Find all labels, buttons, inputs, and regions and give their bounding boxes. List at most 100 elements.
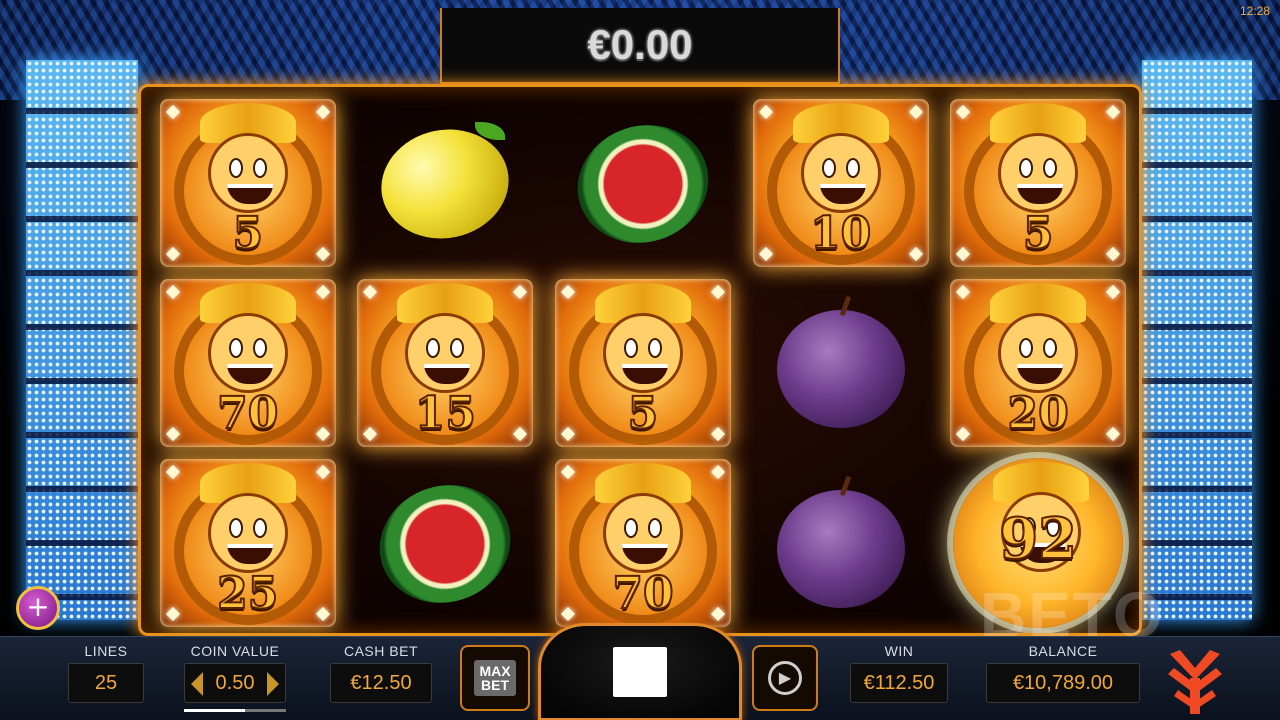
control-bar: LINES 25 COIN VALUE 0.50 CASH BET €12.50…: [0, 623, 1280, 720]
coin-increase-icon[interactable]: [267, 672, 279, 696]
balance-display: BALANCE €10,789.00: [986, 643, 1140, 703]
plum-symbol: [771, 295, 911, 428]
reel-cell: 15: [347, 273, 545, 453]
spin-stop-button[interactable]: [538, 623, 742, 720]
joker-multiplier: 5: [627, 387, 660, 440]
coin-decrease-icon[interactable]: [191, 672, 203, 696]
joker-symbol: 5: [159, 99, 336, 267]
win-label: WIN: [884, 643, 914, 659]
reel-cell: 10: [742, 93, 940, 273]
reel-cell: [347, 453, 545, 633]
joker-symbol: 20: [950, 279, 1127, 447]
joker-multiplier: 15: [414, 387, 477, 440]
joker-multiplier: 10: [809, 207, 872, 260]
reel-cell: 20: [939, 273, 1137, 453]
joker-symbol: 10: [752, 99, 929, 267]
sparkle-icon: [758, 104, 773, 120]
joker-symbol: 5: [950, 99, 1127, 267]
cash-bet-label: CASH BET: [343, 643, 418, 659]
sparkle-icon: [560, 464, 576, 480]
sparkle-icon: [315, 464, 330, 480]
joker-face-icon: [998, 133, 1079, 213]
sparkle-icon: [363, 284, 378, 300]
reel-cell: 25: [149, 453, 347, 633]
sparkle-icon: [315, 104, 330, 120]
lemon-symbol: [371, 117, 520, 251]
sparkle-icon: [1106, 104, 1121, 120]
joker-multiplier: 5: [231, 207, 264, 260]
joker-multiplier: 92: [998, 505, 1078, 573]
joker-face-icon: [207, 133, 288, 213]
balance-label: BALANCE: [1028, 643, 1098, 659]
reel-grid: 5 10 5 70 15 5 20 25 70 92: [149, 93, 1137, 633]
joker-multiplier: 5: [1022, 207, 1055, 260]
coin-value: 0.50: [215, 671, 255, 694]
joker-face-icon: [602, 493, 683, 573]
joker-face-icon: [207, 313, 288, 393]
reel-cell: 70: [149, 273, 347, 453]
sparkle-icon: [165, 464, 180, 480]
top-win-display: €0.00: [440, 8, 840, 84]
reel-cell: 5: [149, 93, 347, 273]
plum-symbol: [771, 475, 911, 608]
lines-label: LINES: [84, 643, 128, 659]
cash-bet-control: CASH BET €12.50: [330, 643, 432, 703]
win-value: €112.50: [850, 663, 948, 703]
joker-multiplier: 70: [216, 387, 279, 440]
max-bet-label: MAX BET: [474, 660, 516, 696]
sparkle-icon: [513, 284, 528, 300]
sparkle-icon: [1106, 284, 1121, 300]
coin-value-label: COIN VALUE: [190, 643, 280, 659]
joker-multiplier: 25: [216, 567, 279, 620]
joker-face-icon: [405, 313, 486, 393]
joker-symbol: 70: [554, 459, 731, 627]
coin-value-slider[interactable]: [184, 709, 286, 712]
sparkle-icon: [710, 464, 726, 480]
sparkle-icon: [908, 104, 923, 120]
sparkle-icon: [315, 284, 330, 300]
sparkle-icon: [560, 284, 576, 300]
autoplay-icon: ▶: [768, 661, 802, 695]
sparkle-icon: [956, 284, 971, 300]
joker-symbol: 5: [554, 279, 731, 447]
sparkle-icon: [956, 104, 971, 120]
win-display: WIN €112.50: [850, 643, 948, 703]
autoplay-button[interactable]: ▶: [752, 645, 818, 711]
joker-symbol: 25: [159, 459, 336, 627]
left-led-panel: [26, 60, 138, 620]
reel-cell: [347, 93, 545, 273]
joker-symbol: 15: [357, 279, 534, 447]
sparkle-icon: [165, 284, 180, 300]
joker-face-icon: [602, 313, 683, 393]
coin-value-control[interactable]: COIN VALUE 0.50: [184, 643, 286, 712]
joker-multiplier: 70: [611, 567, 674, 620]
top-win-amount: €0.00: [587, 21, 693, 68]
sparkle-icon: [710, 284, 726, 300]
joker-multiplier: 20: [1007, 387, 1070, 440]
stop-icon: [613, 647, 667, 697]
plus-icon[interactable]: +: [16, 586, 60, 630]
reel-cell: 70: [544, 453, 742, 633]
lines-value: 25: [68, 663, 144, 703]
reel-cell: [742, 273, 940, 453]
yggdrasil-logo-icon: [1168, 650, 1222, 714]
right-led-panel: [1142, 60, 1252, 620]
game-screen: €0.00 12:28 5 10 5 70 15 5 20 25 70 92 BETO + LIN…: [0, 0, 1280, 720]
joker-face-icon: [207, 493, 288, 573]
reel-cell: [544, 93, 742, 273]
joker-face-icon: [800, 133, 881, 213]
reel-cell: 5: [544, 273, 742, 453]
joker-face-icon: [998, 313, 1079, 393]
joker-symbol: 70: [159, 279, 336, 447]
sparkle-icon: [165, 104, 180, 120]
reel-frame: 5 10 5 70 15 5 20 25 70 92: [138, 84, 1142, 636]
max-bet-button[interactable]: MAX BET: [460, 645, 530, 711]
clock: 12:28: [1239, 4, 1270, 18]
lines-control[interactable]: LINES 25: [68, 643, 144, 703]
coin-value-field: 0.50: [184, 663, 286, 703]
cash-bet-value: €12.50: [330, 663, 432, 703]
watermelon-symbol: [562, 108, 724, 260]
reel-cell: 5: [939, 93, 1137, 273]
reel-cell: [742, 453, 940, 633]
balance-value: €10,789.00: [986, 663, 1140, 703]
